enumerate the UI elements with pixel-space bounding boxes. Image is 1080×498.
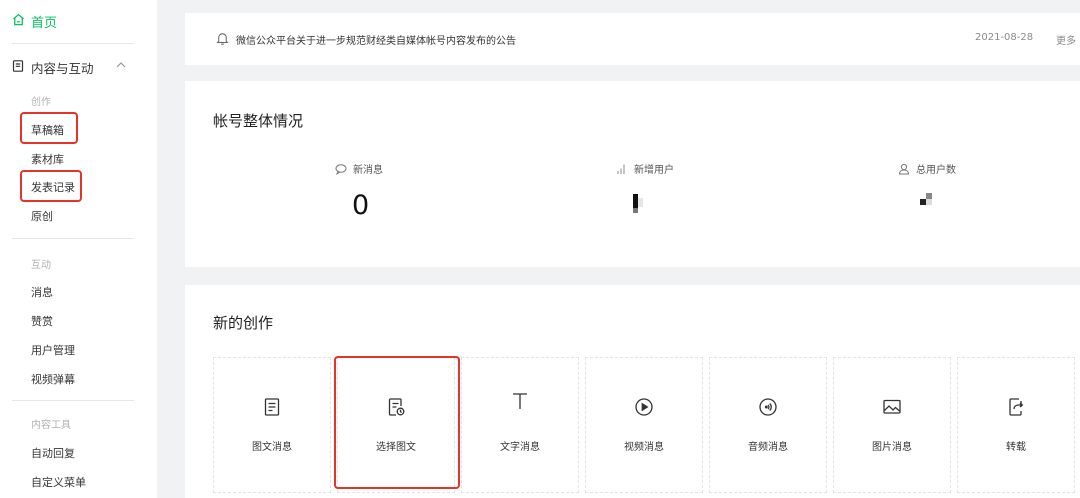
sidebar-item-materials[interactable]: 素材库	[31, 151, 64, 167]
masked-value	[633, 194, 647, 216]
bar-chart-icon	[617, 164, 625, 174]
nav-home-label: 首页	[31, 16, 58, 31]
notice-link[interactable]: 微信公众平台关于进一步规范财经类自媒体帐号内容发布的公告	[236, 32, 516, 47]
stat-label: 总用户数	[916, 165, 956, 176]
card-label: 图文消息	[252, 442, 292, 453]
card-image-text-message[interactable]: 图文消息	[213, 357, 331, 493]
account-overview-panel: 帐号整体情况 新消息 0 新增用户 总用户数	[185, 81, 1080, 267]
sidebar-item-original[interactable]: 原创	[31, 208, 53, 224]
divider	[12, 43, 134, 44]
stat-new-users[interactable]: 新增用户	[616, 161, 674, 216]
card-text-message[interactable]: 文字消息	[461, 357, 579, 493]
overview-title: 帐号整体情况	[213, 112, 304, 130]
notice-date: 2021-08-28	[975, 32, 1034, 43]
nav-section-label: 内容与互动	[31, 61, 94, 76]
divider	[12, 400, 134, 401]
repost-icon	[1009, 398, 1024, 416]
stat-label: 新消息	[353, 165, 383, 176]
card-video-message[interactable]: 视频消息	[585, 357, 703, 493]
document-icon	[264, 398, 280, 416]
user-icon	[898, 163, 910, 174]
highlight-box	[334, 356, 460, 489]
card-label: 音频消息	[748, 442, 788, 453]
home-icon	[12, 13, 25, 30]
highlight-box	[20, 112, 78, 144]
highlight-box	[20, 170, 82, 202]
nav-home[interactable]: 首页	[12, 12, 57, 31]
create-title: 新的创作	[213, 314, 274, 332]
stat-label: 新增用户	[634, 165, 674, 176]
chevron-up-icon[interactable]	[115, 60, 127, 70]
sidebar-item-messages[interactable]: 消息	[31, 284, 53, 300]
sidebar-item-auto-reply[interactable]: 自动回复	[31, 445, 75, 461]
image-icon	[883, 399, 901, 414]
card-repost[interactable]: 转载	[957, 357, 1075, 493]
card-label: 视频消息	[624, 442, 664, 453]
chat-bubble-icon	[335, 163, 347, 175]
nav-section-content[interactable]: 内容与互动	[12, 58, 94, 77]
stat-new-messages[interactable]: 新消息 0	[335, 161, 383, 221]
masked-value	[920, 193, 934, 207]
play-icon	[635, 398, 653, 416]
card-label: 文字消息	[500, 442, 540, 453]
stat-total-users[interactable]: 总用户数	[898, 161, 956, 207]
bell-icon	[216, 33, 229, 45]
stat-value: 0	[352, 190, 370, 221]
new-creation-panel: 新的创作 图文消息 选择图文 文字消息 视频消息 音频消息 图片消息 转载	[185, 285, 1080, 498]
text-icon	[513, 393, 527, 409]
group-label-create: 创作	[31, 97, 51, 108]
document-icon	[12, 60, 24, 75]
notice-bar: 微信公众平台关于进一步规范财经类自媒体帐号内容发布的公告 2021-08-28 …	[185, 13, 1080, 65]
sidebar-item-users[interactable]: 用户管理	[31, 342, 75, 358]
group-label-tools: 内容工具	[31, 420, 71, 431]
card-label: 转载	[1006, 442, 1026, 453]
card-image-message[interactable]: 图片消息	[833, 357, 951, 493]
card-label: 图片消息	[872, 442, 912, 453]
sidebar-item-danmaku[interactable]: 视频弹幕	[31, 371, 75, 387]
more-link[interactable]: 更多	[1056, 32, 1076, 47]
sidebar-item-rewards[interactable]: 赞赏	[31, 313, 53, 329]
card-audio-message[interactable]: 音频消息	[709, 357, 827, 493]
group-label-interact: 互动	[31, 260, 51, 271]
divider	[12, 238, 134, 239]
audio-icon	[759, 398, 777, 416]
sidebar-item-custom-menu[interactable]: 自定义菜单	[31, 474, 86, 490]
sidebar: 首页 内容与互动 创作 草稿箱 素材库 发表记录 原创 互动 消息 赞赏 用户管…	[0, 0, 157, 498]
